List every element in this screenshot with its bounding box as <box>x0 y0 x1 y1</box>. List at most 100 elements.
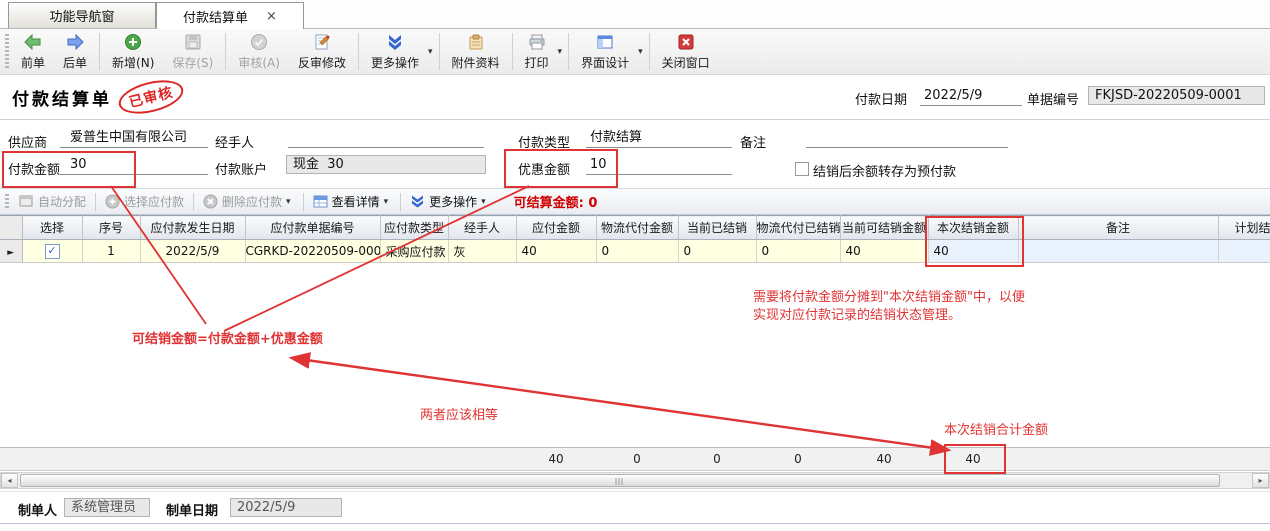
handler-field[interactable] <box>288 128 484 148</box>
pay-date-label: 付款日期 <box>855 89 907 108</box>
cell-handler: 灰 <box>448 240 516 263</box>
transfer-prepay-label: 结销后余额转存为预付款 <box>813 161 956 180</box>
button-label: 新增(N) <box>112 54 154 71</box>
more-actions-button[interactable]: 更多操作 <box>362 31 428 73</box>
tab-strip: 功能导航窗 付款结算单 × <box>0 0 1270 29</box>
check-circle-icon <box>250 33 268 51</box>
toolbar-separator <box>439 33 440 70</box>
cell-settle-this-time[interactable]: 40 <box>928 240 1018 263</box>
grid-toolbar-grip <box>5 194 9 210</box>
printer-icon <box>528 33 546 51</box>
arrow-right-icon <box>66 33 84 51</box>
supplier-field[interactable]: 爱普生中国有限公司 <box>60 128 208 148</box>
col-header-payable[interactable]: 应付金额 <box>516 216 596 240</box>
view-detail-button[interactable]: 查看详情 ▾ <box>306 193 399 210</box>
new-button[interactable]: 新增(N) <box>103 29 163 74</box>
ui-design-group: 界面设计 ▾ <box>572 29 646 74</box>
discount-field[interactable]: 10 <box>586 155 732 175</box>
col-header-settled[interactable]: 当前已结销 <box>678 216 756 240</box>
edit-page-icon <box>313 33 331 51</box>
dropdown-caret-icon[interactable]: ▾ <box>481 197 486 207</box>
payment-settlement-window: 功能导航窗 付款结算单 × 前单 后单 新增(N) <box>0 0 1270 531</box>
table-row[interactable]: ► ✓ 1 2022/5/9 CGRKD-20220509-0003 采购应付款… <box>0 240 1270 263</box>
button-label: 自动分配 <box>38 193 86 210</box>
dropdown-caret-icon[interactable]: ▾ <box>428 47 433 57</box>
button-label: 前单 <box>21 54 45 71</box>
cell-select: ✓ <box>22 240 82 263</box>
col-header-doc-no[interactable]: 应付款单据编号 <box>245 216 380 240</box>
remark-label: 备注 <box>740 132 766 151</box>
footer-bar: 制单人 系统管理员 制单日期 2022/5/9 <box>0 494 1270 524</box>
remark-field[interactable] <box>806 128 1008 148</box>
tab-label: 功能导航窗 <box>49 6 114 25</box>
payables-grid: 选择 序号 应付款发生日期 应付款单据编号 应付款类型 经手人 应付金额 物流代… <box>0 215 1270 263</box>
row-checkbox-checked-icon[interactable]: ✓ <box>45 244 60 259</box>
cell-remark[interactable] <box>1018 240 1218 263</box>
double-chevron-down-icon <box>410 194 425 209</box>
col-header-settleable-now[interactable]: 当前可结销金额 <box>840 216 928 240</box>
tab-function-navigation[interactable]: 功能导航窗 <box>8 2 156 28</box>
col-header-settle-this-time[interactable]: 本次结销金额 <box>928 216 1018 240</box>
col-header-handler[interactable]: 经手人 <box>448 216 516 240</box>
transfer-prepay-checkbox[interactable] <box>795 162 809 176</box>
supplier-label: 供应商 <box>8 132 47 151</box>
col-header-seq[interactable]: 序号 <box>82 216 140 240</box>
dropdown-caret-icon[interactable]: ▾ <box>558 47 563 57</box>
scrollbar-grip-icon <box>616 478 625 485</box>
close-window-button[interactable]: 关闭窗口 <box>653 29 719 74</box>
prev-doc-button[interactable]: 前单 <box>12 29 54 74</box>
total-settled: 0 <box>678 448 756 471</box>
audit-button[interactable]: 审核(A) <box>229 29 289 74</box>
delete-circle-gray-icon <box>203 194 218 209</box>
window-bottom-border <box>0 523 1270 524</box>
dropdown-caret-icon[interactable]: ▾ <box>638 47 643 57</box>
unaudit-modify-button[interactable]: 反审修改 <box>289 29 355 74</box>
close-tab-icon[interactable]: × <box>266 9 277 24</box>
col-header-type[interactable]: 应付款类型 <box>380 216 448 240</box>
auto-allocate-button[interactable]: 自动分配 <box>12 193 93 210</box>
grid-toolbar-separator <box>400 193 401 211</box>
totals-row: 40 0 0 0 40 40 <box>0 447 1270 471</box>
delete-payable-button[interactable]: 删除应付款 ▾ <box>196 193 301 210</box>
button-label: 删除应付款 <box>222 193 282 210</box>
form-area: 供应商 爱普生中国有限公司 经手人 付款类型 付款结算 备注 付款金额 30 付… <box>0 120 1270 186</box>
dropdown-caret-icon[interactable]: ▾ <box>286 197 291 207</box>
ui-design-button[interactable]: 界面设计 <box>572 31 638 73</box>
pay-amount-field[interactable]: 30 <box>60 155 208 175</box>
save-button[interactable]: 保存(S) <box>163 29 222 74</box>
col-header-logistics-settled[interactable]: 物流代付已结销 <box>756 216 840 240</box>
col-header-plan[interactable]: 计划结算 <box>1218 216 1270 240</box>
dropdown-caret-icon[interactable]: ▾ <box>384 197 389 207</box>
col-header-logistics-pay[interactable]: 物流代付金额 <box>596 216 678 240</box>
scrollbar-thumb[interactable] <box>20 474 1220 487</box>
discount-label: 优惠金额 <box>518 159 570 178</box>
attachments-button[interactable]: 附件资料 <box>443 29 509 74</box>
pay-date-field[interactable]: 2022/5/9 <box>920 86 1022 106</box>
doc-no-label: 单据编号 <box>1027 89 1079 108</box>
col-header-remark[interactable]: 备注 <box>1018 216 1218 240</box>
cell-type: 采购应付款 <box>380 240 448 263</box>
add-circle-icon <box>124 33 142 51</box>
grid-toolbar: 自动分配 选择应付款 删除应付款 ▾ 查看详情 ▾ <box>0 188 1270 215</box>
pay-amount-label: 付款金额 <box>8 159 60 178</box>
toolbar-grip <box>5 34 9 69</box>
next-doc-button[interactable]: 后单 <box>54 29 96 74</box>
make-date-field: 2022/5/9 <box>230 498 342 517</box>
scroll-right-button[interactable]: ▸ <box>1252 473 1269 488</box>
select-payable-button[interactable]: 选择应付款 <box>98 193 191 210</box>
col-header-date[interactable]: 应付款发生日期 <box>140 216 245 240</box>
handler-label: 经手人 <box>215 132 254 151</box>
horizontal-scrollbar: ◂ ▸ <box>0 472 1270 489</box>
print-button[interactable]: 打印 <box>516 31 558 73</box>
pay-type-field[interactable]: 付款结算 <box>586 128 732 148</box>
button-label: 更多操作 <box>371 54 419 71</box>
toolbar-separator <box>358 33 359 70</box>
total-payable: 40 <box>516 448 596 471</box>
total-settleable-now: 40 <box>840 448 928 471</box>
grid-more-actions-button[interactable]: 更多操作 ▾ <box>403 193 496 210</box>
scroll-left-button[interactable]: ◂ <box>1 473 18 488</box>
cell-plan[interactable] <box>1218 240 1270 263</box>
col-header-select[interactable]: 选择 <box>22 216 82 240</box>
tab-payment-settlement[interactable]: 付款结算单 × <box>156 2 304 29</box>
annotation-total-label: 本次结销合计金额 <box>944 419 1048 438</box>
